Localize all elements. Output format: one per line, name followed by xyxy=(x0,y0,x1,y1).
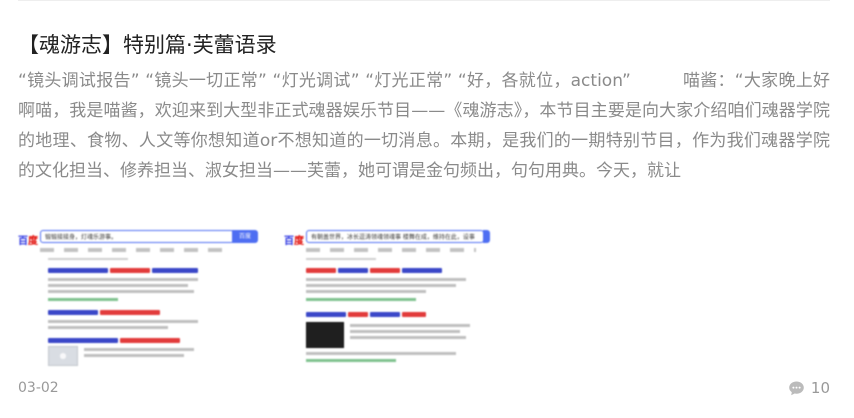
thumbnail-search-text: 锻锻接接身，灯魂乐游事。 xyxy=(45,234,118,241)
article-summary[interactable]: “镜头调试报告” “镜头一切正常” “灯光调试” “灯光正常” “好，各就位，a… xyxy=(18,66,830,216)
thumbnail-snippet xyxy=(306,284,456,287)
thumbnail-snippet xyxy=(306,278,466,281)
thumbnail-url xyxy=(48,298,118,301)
thumbnail-snippet xyxy=(306,352,456,355)
thumbnail-snippet xyxy=(48,284,188,287)
thumbnail-result-highlight xyxy=(370,268,400,273)
thumbnail-result-highlight xyxy=(348,312,368,317)
thumbnail-url xyxy=(306,359,396,362)
thumbnail-search-bar: 锻锻接接身，灯魂乐游事。 xyxy=(40,230,234,243)
thumbnail-search-bar: 有朝盖世界，冰长逗涛领魂领魂事 楼舞在成，维持在此，设事 xyxy=(306,230,484,243)
thumbnail-result-highlight xyxy=(120,338,180,343)
article-title[interactable]: 【魂游志】特别篇·芙蕾语录 xyxy=(18,30,830,60)
thumbnail-search-button xyxy=(483,230,490,243)
comment-count: 10 xyxy=(810,379,830,397)
thumbnail-result-link xyxy=(48,310,98,315)
thumbnail-meta xyxy=(306,258,376,260)
thumbnail-snippet xyxy=(350,324,470,327)
thumbnail-snippet xyxy=(350,336,466,339)
article-card[interactable]: 【魂游志】特别篇·芙蕾语录 “镜头调试报告” “镜头一切正常” “灯光调试” “… xyxy=(18,0,830,418)
thumbnail-result-highlight xyxy=(110,268,150,273)
thumbnail-result-image xyxy=(48,346,78,366)
thumbnail-image-1[interactable]: 百度 锻锻接接身，灯魂乐游事。 百度 xyxy=(18,226,258,366)
thumbnail-nav xyxy=(40,248,230,252)
thumbnail-url xyxy=(306,298,416,301)
thumbnail-snippet xyxy=(48,278,198,281)
comment-button[interactable]: 10 xyxy=(788,378,830,398)
thumbnail-search-button: 百度 xyxy=(232,230,258,243)
thumbnail-result-image xyxy=(306,322,344,348)
thumbnail-meta xyxy=(48,258,128,260)
thumbnail-snippet xyxy=(84,348,194,351)
thumbnail-snippet xyxy=(306,290,426,293)
article-footer: 03-02 10 xyxy=(18,376,830,400)
thumbnail-snippet xyxy=(48,326,168,329)
thumbnail-result-highlight xyxy=(402,312,426,317)
thumbnail-result-link xyxy=(370,312,400,317)
thumbnail-search-text: 有朝盖世界，冰长逗涛领魂领魂事 楼舞在成，维持在此，设事 xyxy=(311,234,475,241)
thumbnail-snippet xyxy=(350,330,460,333)
thumbnail-image-2[interactable]: 百度 有朝盖世界，冰长逗涛领魂领魂事 楼舞在成，维持在此，设事 xyxy=(284,226,490,366)
thumbnail-strip: 百度 锻锻接接身，灯魂乐游事。 百度 百度 有朝盖世界，冰长逗涛领魂领魂事 楼舞… xyxy=(18,226,830,366)
thumbnail-logo: 百度 xyxy=(18,236,38,247)
thumbnail-result-highlight xyxy=(306,268,336,273)
thumbnail-logo: 百度 xyxy=(284,236,304,247)
thumbnail-result-link xyxy=(48,268,108,273)
thumbnail-nav xyxy=(306,248,476,252)
thumbnail-result-link xyxy=(338,268,368,273)
thumbnail-snippet xyxy=(84,354,184,357)
publish-date: 03-02 xyxy=(18,380,59,396)
thumbnail-snippet xyxy=(48,290,194,293)
thumbnail-result-highlight xyxy=(100,310,160,315)
thumbnail-result-link xyxy=(402,268,442,273)
thumbnail-snippet xyxy=(48,320,198,323)
comment-bubble-icon xyxy=(788,380,805,397)
thumbnail-result-link xyxy=(48,338,118,343)
thumbnail-result-link xyxy=(152,268,198,273)
thumbnail-result-link xyxy=(306,312,346,317)
